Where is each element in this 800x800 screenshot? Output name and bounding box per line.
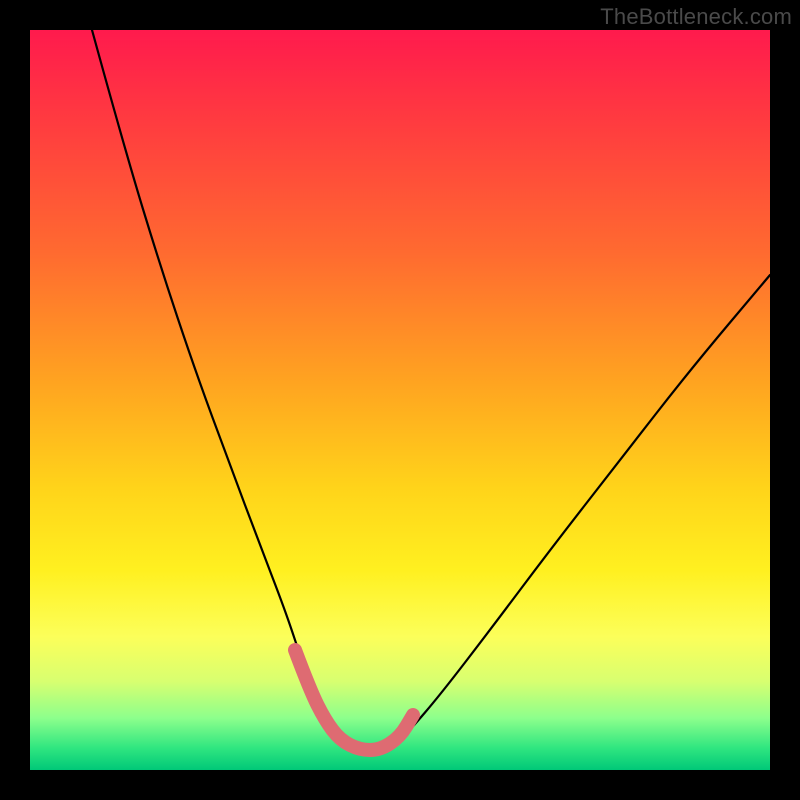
bottleneck-curve <box>92 30 770 752</box>
chart-frame: TheBottleneck.com <box>0 0 800 800</box>
plot-area <box>30 30 770 770</box>
watermark-label: TheBottleneck.com <box>600 4 792 30</box>
curve-svg <box>30 30 770 770</box>
highlight-segment <box>295 650 413 750</box>
